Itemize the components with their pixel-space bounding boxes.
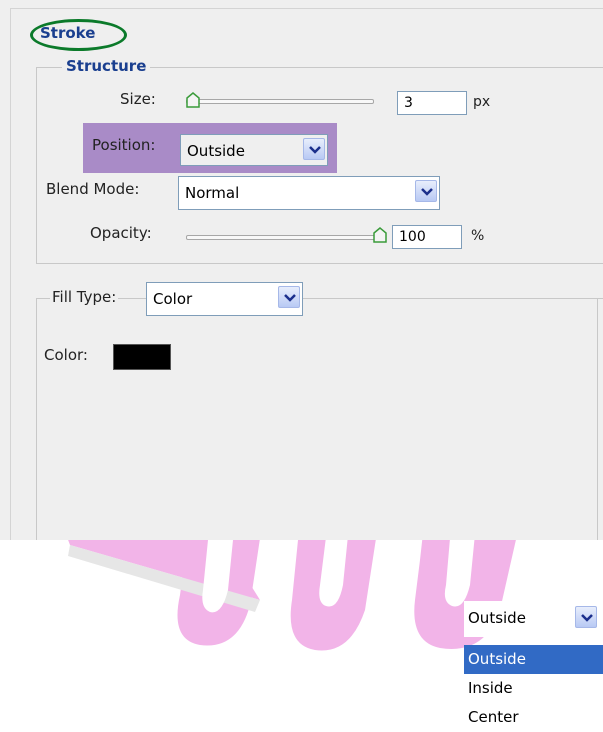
chevron-down-icon[interactable] bbox=[303, 138, 325, 160]
opacity-slider-track[interactable] bbox=[186, 235, 380, 240]
size-slider-track[interactable] bbox=[186, 99, 374, 104]
size-input[interactable]: 3 bbox=[397, 91, 467, 115]
structure-section-title: Structure bbox=[62, 57, 151, 75]
structure-group-left-border bbox=[36, 67, 37, 263]
blend-mode-select[interactable]: Normal bbox=[178, 176, 440, 210]
stroke-panel: Stroke Structure Size: 3 px Position: Ou… bbox=[0, 0, 603, 540]
fill-type-select-value: Color bbox=[153, 290, 193, 308]
chevron-down-icon[interactable] bbox=[415, 180, 437, 202]
position-dropdown-value: Outside bbox=[468, 609, 526, 627]
position-select[interactable]: Outside bbox=[180, 134, 328, 166]
size-label: Size: bbox=[120, 90, 156, 108]
fill-type-label: Fill Type: bbox=[50, 288, 119, 306]
blend-mode-label: Blend Mode: bbox=[46, 180, 140, 198]
position-label: Position: bbox=[92, 136, 156, 154]
position-dropdown-list: Outside Inside Center bbox=[464, 645, 603, 732]
color-swatch[interactable] bbox=[113, 344, 171, 370]
panel-border-top bbox=[10, 8, 603, 9]
color-label: Color: bbox=[44, 346, 88, 364]
option-center[interactable]: Center bbox=[464, 703, 603, 732]
fill-group-top-border bbox=[36, 298, 603, 299]
opacity-label: Opacity: bbox=[90, 224, 152, 242]
fill-type-select[interactable]: Color bbox=[146, 282, 303, 316]
size-slider-knob[interactable] bbox=[186, 92, 200, 108]
position-dropdown-closed[interactable]: Outside bbox=[464, 601, 603, 637]
panel-title: Stroke bbox=[40, 24, 96, 42]
opacity-input[interactable]: 100 bbox=[392, 225, 462, 249]
blend-mode-select-value: Normal bbox=[185, 184, 240, 202]
option-inside[interactable]: Inside bbox=[464, 674, 603, 703]
option-outside[interactable]: Outside bbox=[464, 645, 603, 674]
fill-group-right-border bbox=[597, 298, 598, 540]
opacity-unit: % bbox=[471, 228, 485, 244]
structure-group-bottom-border bbox=[36, 263, 603, 264]
chevron-down-icon[interactable] bbox=[278, 286, 300, 308]
panel-border-left bbox=[10, 8, 11, 540]
opacity-slider-knob[interactable] bbox=[373, 227, 387, 243]
chevron-down-icon[interactable] bbox=[575, 606, 597, 628]
fill-group-left-border bbox=[36, 298, 37, 540]
position-select-value: Outside bbox=[187, 142, 245, 160]
size-unit: px bbox=[473, 94, 491, 110]
